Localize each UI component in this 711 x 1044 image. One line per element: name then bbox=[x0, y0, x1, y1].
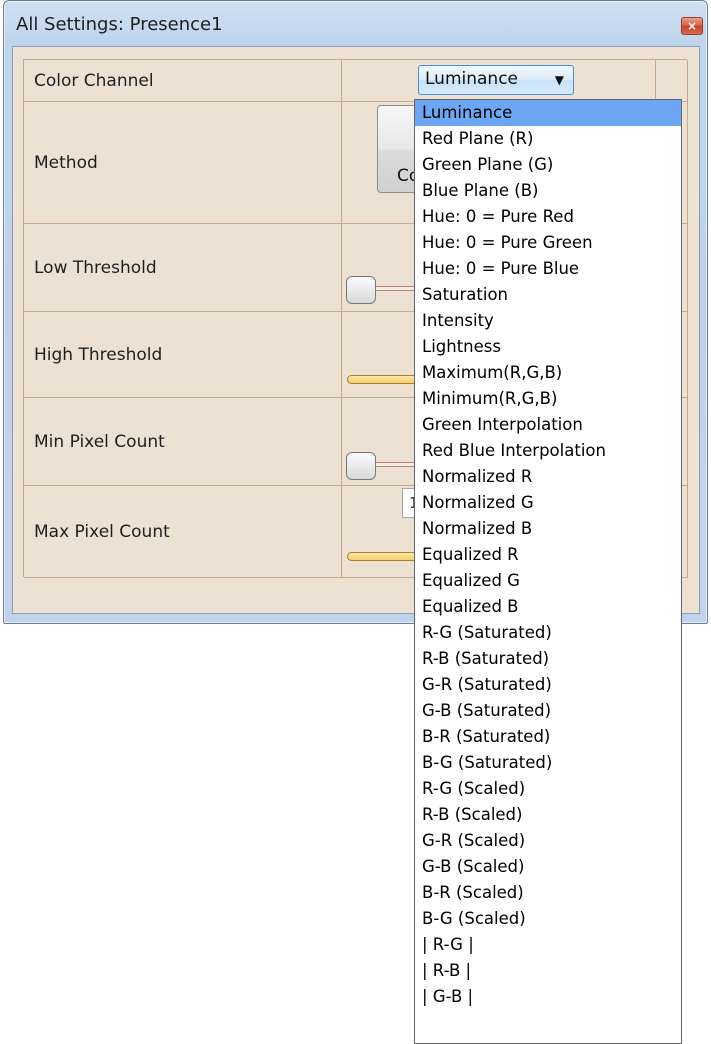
dropdown-option[interactable]: R-B (Saturated) bbox=[415, 646, 681, 672]
dropdown-option[interactable]: | G-B | bbox=[415, 984, 681, 1010]
high-threshold-label: High Threshold bbox=[34, 344, 163, 365]
dropdown-option[interactable]: Blue Plane (B) bbox=[415, 178, 681, 204]
dropdown-option[interactable]: G-B (Scaled) bbox=[415, 854, 681, 880]
label-cell: Color Channel bbox=[24, 60, 342, 102]
dropdown-option[interactable]: B-G (Saturated) bbox=[415, 750, 681, 776]
dropdown-option[interactable]: Minimum(R,G,B) bbox=[415, 386, 681, 412]
dropdown-option[interactable]: Equalized G bbox=[415, 568, 681, 594]
dropdown-option[interactable]: Hue: 0 = Pure Blue bbox=[415, 256, 681, 282]
dropdown-option[interactable]: Luminance bbox=[415, 100, 681, 126]
dropdown-option[interactable]: Green Interpolation bbox=[415, 412, 681, 438]
dropdown-option[interactable]: Hue: 0 = Pure Green bbox=[415, 230, 681, 256]
min-pixel-count-slider-thumb[interactable] bbox=[346, 452, 376, 480]
dropdown-option[interactable]: R-G (Scaled) bbox=[415, 776, 681, 802]
dropdown-option[interactable]: B-R (Scaled) bbox=[415, 880, 681, 906]
dropdown-option[interactable]: Hue: 0 = Pure Red bbox=[415, 204, 681, 230]
row-color-channel: Color Channel Luminance ▼ bbox=[24, 60, 688, 102]
color-channel-selected-value: Luminance bbox=[425, 69, 519, 89]
dropdown-option[interactable]: G-B (Saturated) bbox=[415, 698, 681, 724]
close-icon: × bbox=[686, 19, 698, 33]
dropdown-option[interactable]: Lightness bbox=[415, 334, 681, 360]
dropdown-option[interactable]: Intensity bbox=[415, 308, 681, 334]
dropdown-option[interactable]: G-R (Scaled) bbox=[415, 828, 681, 854]
dropdown-option[interactable]: | R-G | bbox=[415, 932, 681, 958]
dropdown-option[interactable]: B-R (Saturated) bbox=[415, 724, 681, 750]
dropdown-option[interactable]: R-B (Scaled) bbox=[415, 802, 681, 828]
color-channel-select[interactable]: Luminance ▼ bbox=[418, 65, 574, 95]
label-cell: Max Pixel Count bbox=[24, 486, 342, 578]
dropdown-option[interactable]: R-G (Saturated) bbox=[415, 620, 681, 646]
dropdown-option[interactable]: Normalized R bbox=[415, 464, 681, 490]
value-cell: Luminance ▼ bbox=[342, 60, 656, 102]
dropdown-option[interactable]: | R-B | bbox=[415, 958, 681, 984]
dropdown-option[interactable]: B-G (Scaled) bbox=[415, 906, 681, 932]
label-cell: Low Threshold bbox=[24, 224, 342, 312]
dropdown-option[interactable]: Red Blue Interpolation bbox=[415, 438, 681, 464]
window-title: All Settings: Presence1 bbox=[16, 14, 223, 35]
close-button[interactable]: × bbox=[681, 17, 703, 35]
dropdown-option[interactable]: Normalized G bbox=[415, 490, 681, 516]
label-cell: Min Pixel Count bbox=[24, 398, 342, 486]
dropdown-option[interactable]: Saturation bbox=[415, 282, 681, 308]
dropdown-option[interactable]: Red Plane (R) bbox=[415, 126, 681, 152]
dropdown-option[interactable]: Maximum(R,G,B) bbox=[415, 360, 681, 386]
method-label: Method bbox=[34, 152, 98, 173]
min-pixel-count-label: Min Pixel Count bbox=[34, 431, 165, 452]
low-threshold-label: Low Threshold bbox=[34, 257, 157, 278]
label-cell: High Threshold bbox=[24, 312, 342, 398]
color-channel-label: Color Channel bbox=[34, 70, 154, 91]
dropdown-option[interactable]: Normalized B bbox=[415, 516, 681, 542]
label-cell: Method bbox=[24, 102, 342, 224]
low-threshold-slider-thumb[interactable] bbox=[346, 276, 376, 304]
dropdown-option[interactable]: Green Plane (G) bbox=[415, 152, 681, 178]
dropdown-option[interactable]: Equalized B bbox=[415, 594, 681, 620]
extra-cell bbox=[656, 60, 688, 102]
dropdown-option[interactable]: G-R (Saturated) bbox=[415, 672, 681, 698]
max-pixel-count-label: Max Pixel Count bbox=[34, 521, 170, 542]
chevron-down-icon: ▼ bbox=[554, 73, 564, 87]
color-channel-dropdown-list[interactable]: Luminance Red Plane (R) Green Plane (G) Blu… bbox=[414, 99, 682, 1044]
dropdown-option[interactable]: Equalized R bbox=[415, 542, 681, 568]
